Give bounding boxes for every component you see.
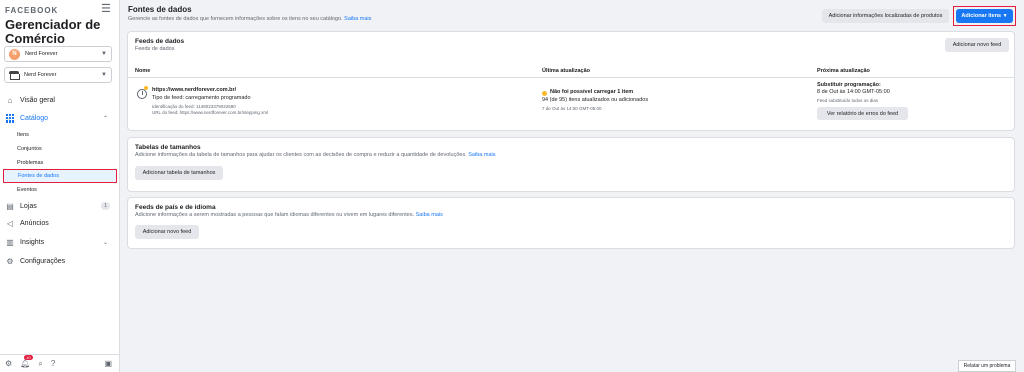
data-feeds-card: Feeds de dados Feeds de dados Adicionar … [127, 31, 1015, 131]
gear-icon[interactable]: ⚙ [5, 359, 12, 368]
account-name: Nerd Forever [25, 51, 58, 57]
nav-label: Catálogo [20, 114, 49, 122]
account-selector[interactable]: N Nerd Forever ▼ [4, 46, 112, 62]
nav-label: Visão geral [20, 96, 55, 104]
status-date: 7 de Out às 14:00 GMT-05:00 [542, 106, 602, 111]
chevron-down-icon: ⌄ [102, 239, 108, 246]
next-update-note: Feed substituído todos os dias [817, 98, 879, 103]
warning-icon [144, 86, 148, 90]
nav-ads[interactable]: ◁ Anúncios [0, 216, 120, 230]
column-header-next-update: Próxima atualização [817, 68, 870, 74]
status-title: Não foi possível carregar 1 item [550, 89, 634, 95]
divider [128, 77, 1014, 78]
chevron-up-icon: ⌃ [102, 115, 108, 122]
home-icon: ⌂ [7, 95, 13, 105]
search-icon[interactable]: ⌕ [38, 359, 42, 369]
shops-badge: 1 [101, 202, 110, 210]
sidebar-footer: ⚙ 🔔︎ 10 ⌕ ? ▣ [0, 354, 120, 372]
card-subtitle: Adicione informações da tabela de tamanh… [135, 152, 495, 158]
nav-catalog-problems[interactable]: Problemas [17, 157, 43, 169]
facebook-logo[interactable]: FACEBOOK [5, 6, 58, 15]
app-title: Gerenciador de Comércio [5, 17, 101, 46]
nav-insights[interactable]: ▥ Insights ⌄ [0, 235, 120, 249]
subtitle-text: Adicione informações a serem mostradas a… [135, 212, 415, 218]
add-items-label: Adicionar itens [961, 13, 1002, 19]
report-problem-button[interactable]: Relatar um problema [958, 360, 1016, 372]
page-subtitle: Gerencie as fontes de dados que fornecem… [128, 16, 371, 22]
nav-catalog-data-sources[interactable]: Fontes de dados [3, 169, 117, 183]
nav-settings[interactable]: ⚙ Configurações [0, 254, 120, 268]
nav-shops[interactable]: ▤ Lojas 1 [0, 199, 120, 213]
caret-down-icon: ▼ [1002, 13, 1008, 19]
bell-icon[interactable]: 🔔︎ 10 [20, 355, 33, 368]
account-avatar: N [9, 48, 20, 60]
column-header-name: Nome [135, 68, 151, 74]
next-update-date: 8 de Out às 14:00 GMT-05:00 [817, 89, 890, 95]
card-title: Feeds de país e de idioma [135, 204, 216, 211]
add-localized-info-button[interactable]: Adicionar informações localizadas de pro… [822, 9, 949, 23]
shop-icon: ▤ [6, 201, 14, 211]
chevron-down-icon: ▼ [101, 72, 107, 78]
feed-schedule-icon [137, 89, 147, 99]
status-detail: 94 (de 95) itens atualizados ou adiciona… [542, 97, 649, 103]
feed-type: Tipo de feed: carregamento programado [152, 95, 251, 101]
nav-overview[interactable]: ⌂ Visão geral [0, 93, 120, 107]
column-header-last-update: Última atualização [542, 68, 590, 74]
store-selector[interactable]: Nerd Forever ▼ [4, 67, 112, 83]
gear-icon: ⚙ [6, 256, 14, 266]
country-language-feeds-card: Feeds de país e de idioma Adicione infor… [127, 197, 1015, 249]
nav-label: Anúncios [20, 219, 49, 227]
add-items-button[interactable]: Adicionar itens ▼ [956, 9, 1013, 23]
notification-count: 10 [24, 355, 33, 360]
card-title: Tabelas de tamanhos [135, 144, 201, 151]
megaphone-icon: ◁ [6, 218, 14, 228]
bar-chart-icon: ▥ [6, 237, 14, 247]
card-title: Feeds de dados [135, 38, 185, 45]
add-size-table-button[interactable]: Adicionar tabela de tamanhos [135, 166, 223, 180]
chevron-down-icon: ▼ [101, 51, 107, 57]
nav-catalog[interactable]: Catálogo ⌃ [0, 111, 120, 125]
menu-icon[interactable]: ☰ [101, 4, 111, 15]
grid-icon [5, 113, 15, 123]
add-new-locale-feed-button[interactable]: Adicionar novo feed [135, 225, 199, 239]
store-name: Nerd Forever [24, 72, 57, 78]
panel-toggle-icon[interactable]: ▣ [104, 359, 112, 368]
nav-catalog-items[interactable]: Itens [17, 129, 29, 141]
card-subtitle: Adicione informações a serem mostradas a… [135, 212, 443, 218]
nav-catalog-sets[interactable]: Conjuntos [17, 143, 42, 155]
nav-catalog-events[interactable]: Eventos [17, 184, 37, 196]
subtitle-text: Adicione informações da tabela de tamanh… [135, 152, 467, 158]
store-icon [9, 71, 20, 80]
size-tables-card: Tabelas de tamanhos Adicione informações… [127, 137, 1015, 192]
nav-label: Insights [20, 238, 45, 246]
page-title: Fontes de dados [128, 5, 192, 14]
warning-status-dot [542, 91, 547, 96]
learn-more-link[interactable]: Saiba mais [344, 16, 371, 22]
next-update-title: Substituir programação: [817, 82, 881, 88]
feed-source-url: URL do feed: https://www.nerdforever.com… [152, 110, 269, 115]
learn-more-link[interactable]: Saiba mais [468, 152, 495, 158]
nav-label: Configurações [20, 257, 66, 265]
view-feed-error-report-button[interactable]: Ver relatório de erros do feed [817, 107, 908, 120]
nav-label: Lojas [20, 202, 37, 210]
add-new-feed-button[interactable]: Adicionar novo feed [945, 38, 1009, 52]
card-subtitle: Feeds de dados [135, 46, 175, 52]
subtitle-text: Gerencie as fontes de dados que fornecem… [128, 16, 343, 22]
help-icon[interactable]: ? [51, 359, 55, 368]
learn-more-link[interactable]: Saiba mais [416, 212, 443, 218]
feed-url-link[interactable]: https://www.nerdforever.com.br/ [152, 87, 236, 94]
sidebar: FACEBOOK ☰ Gerenciador de Comércio N Ner… [0, 0, 120, 372]
